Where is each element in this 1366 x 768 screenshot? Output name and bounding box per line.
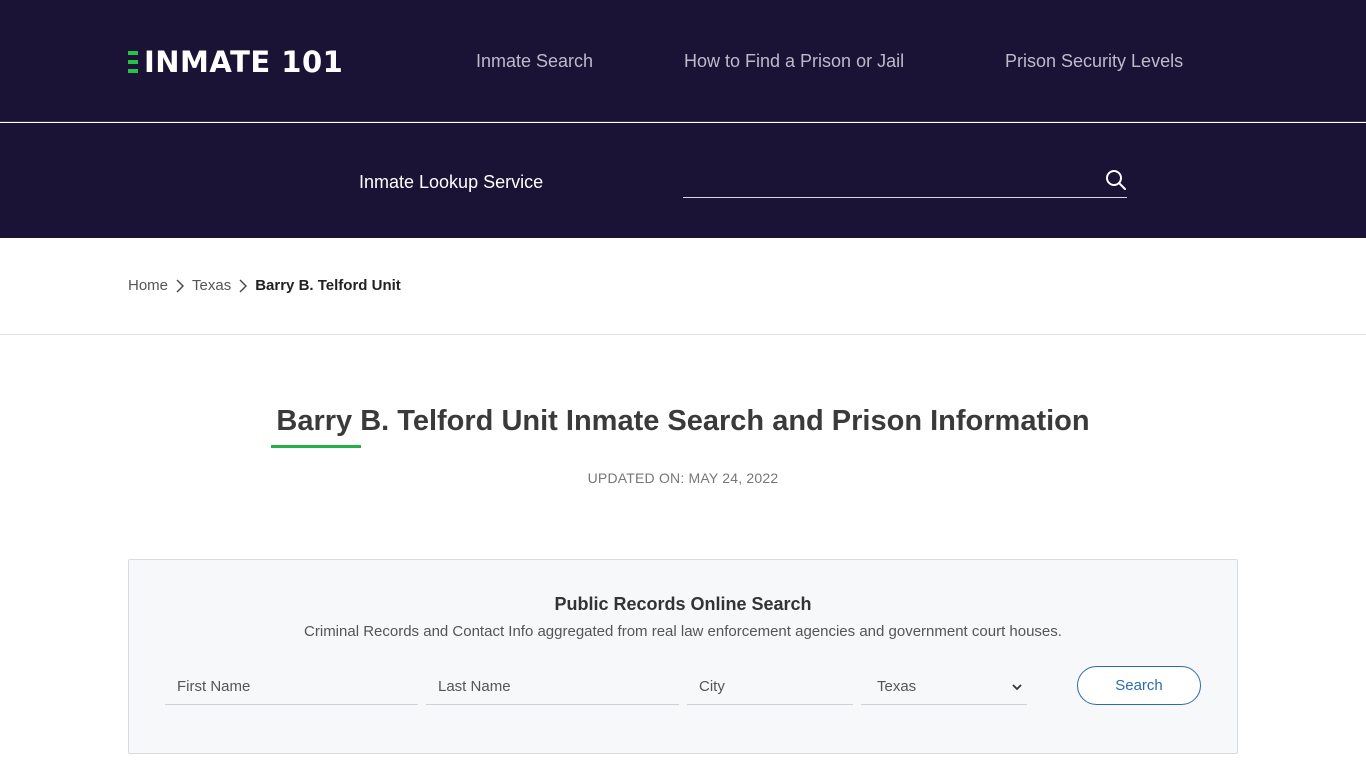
page-title: Barry B. Telford Unit Inmate Search and … [276, 405, 1090, 437]
search-icon[interactable] [1104, 168, 1128, 192]
top-navbar: INMATE 101 Inmate Search How to Find a P… [0, 0, 1366, 122]
lookup-search-input[interactable] [683, 163, 1127, 198]
logo-bars-icon [128, 51, 138, 73]
records-title: Public Records Online Search [554, 594, 812, 614]
public-records-search-box: Public Records Online Search Criminal Re… [128, 559, 1238, 754]
first-name-input[interactable] [165, 668, 418, 705]
section-divider [0, 334, 1366, 335]
updated-date: UPDATED ON: MAY 24, 2022 [587, 470, 779, 486]
breadcrumb-texas[interactable]: Texas [192, 277, 231, 294]
lookup-label: Inmate Lookup Service [359, 172, 544, 192]
state-select[interactable]: Texas [861, 668, 1027, 705]
search-button[interactable]: Search [1077, 666, 1201, 705]
logo-text: INMATE 101 [144, 45, 344, 79]
lookup-band: Inmate Lookup Service [0, 123, 1366, 238]
chevron-right-icon [239, 279, 248, 293]
title-underline [271, 445, 361, 448]
breadcrumb-current: Barry B. Telford Unit [255, 276, 401, 294]
state-select-value: Texas [877, 678, 917, 695]
chevron-down-icon [1012, 684, 1022, 691]
nav-find-prison[interactable]: How to Find a Prison or Jail [684, 49, 904, 73]
site-logo[interactable]: INMATE 101 [128, 46, 343, 78]
city-input[interactable] [687, 668, 853, 705]
chevron-right-icon [176, 279, 185, 293]
last-name-input[interactable] [426, 668, 679, 705]
breadcrumb: Home Texas Barry B. Telford Unit [128, 275, 401, 295]
records-subtitle: Criminal Records and Contact Info aggreg… [304, 623, 1062, 640]
breadcrumb-home[interactable]: Home [128, 277, 168, 294]
nav-security-levels[interactable]: Prison Security Levels [1005, 49, 1183, 73]
nav-inmate-search[interactable]: Inmate Search [476, 49, 593, 73]
